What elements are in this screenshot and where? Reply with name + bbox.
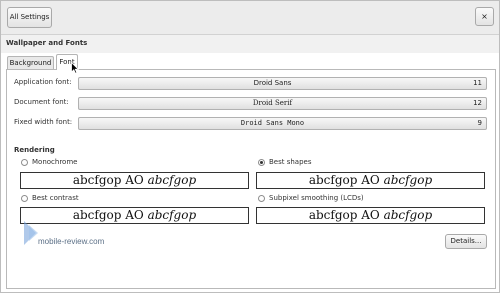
monochrome-radio[interactable] (21, 159, 28, 166)
best-shapes-radio[interactable] (258, 159, 265, 166)
best-shapes-preview: abcfgop AO abcfgop (256, 172, 485, 189)
watermark-text: mobile-review.com (38, 237, 105, 246)
preview-roman-text: abcfgop AO (308, 173, 384, 187)
rendering-section-title: Rendering (14, 146, 55, 154)
page-title: Wallpaper and Fonts (6, 39, 88, 47)
preview-italic-text: abcfgop (383, 173, 433, 187)
document-font-button[interactable]: Droid Serif 12 (78, 97, 487, 110)
best-shapes-label[interactable]: Best shapes (269, 158, 312, 166)
document-font-size: 12 (473, 99, 482, 107)
best-contrast-label[interactable]: Best contrast (32, 194, 79, 202)
fixed-width-font-size: 9 (477, 119, 482, 127)
top-toolbar (1, 1, 499, 35)
tab-background[interactable]: Background (7, 56, 54, 69)
best-contrast-radio[interactable] (21, 195, 28, 202)
settings-window: All Settings × Wallpaper and Fonts Backg… (0, 0, 500, 293)
fixed-width-font-name: Droid Sans Mono (240, 119, 305, 127)
preview-italic-text: abcfgop (147, 208, 197, 222)
subpixel-smoothing-radio[interactable] (258, 195, 265, 202)
application-font-name: Droid Sans (253, 79, 292, 87)
application-font-button[interactable]: Droid Sans 11 (78, 77, 487, 90)
preview-italic-text: abcfgop (383, 208, 433, 222)
application-font-size: 11 (473, 79, 482, 87)
document-font-label: Document font: (14, 98, 69, 106)
close-icon: × (481, 12, 488, 21)
details-button[interactable]: Details... (445, 234, 487, 249)
preview-roman-text: abcfgop AO (72, 173, 148, 187)
document-font-name: Droid Serif (252, 99, 293, 107)
fixed-width-font-label: Fixed width font: (14, 118, 73, 126)
application-font-label: Application font: (14, 78, 72, 86)
subpixel-smoothing-preview: abcfgop AO abcfgop (256, 207, 485, 224)
fixed-width-font-button[interactable]: Droid Sans Mono 9 (78, 117, 487, 130)
mouse-pointer-icon (71, 62, 79, 74)
subpixel-smoothing-label[interactable]: Subpixel smoothing (LCDs) (269, 194, 364, 202)
preview-roman-text: abcfgop AO (308, 208, 384, 222)
monochrome-label[interactable]: Monochrome (32, 158, 77, 166)
all-settings-button[interactable]: All Settings (7, 7, 52, 28)
close-button[interactable]: × (475, 7, 494, 26)
preview-italic-text: abcfgop (147, 173, 197, 187)
monochrome-preview: abcfgop AO abcfgop (20, 172, 249, 189)
